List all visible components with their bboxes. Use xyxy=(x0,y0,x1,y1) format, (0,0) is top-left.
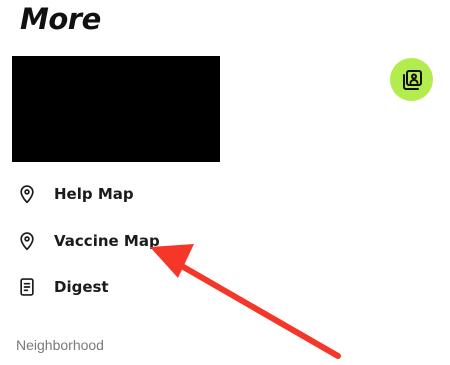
page-title: More xyxy=(20,2,101,36)
annotation-arrow-shaft xyxy=(170,258,341,359)
document-icon xyxy=(16,276,38,298)
menu-item-label: Help Map xyxy=(54,185,134,203)
map-pin-icon xyxy=(16,183,38,205)
section-header-neighborhood: Neighborhood xyxy=(16,337,104,353)
contact-card-icon xyxy=(402,69,422,90)
menu-item-digest[interactable]: Digest xyxy=(16,273,109,301)
map-pin-icon xyxy=(16,230,38,252)
contact-card-button[interactable] xyxy=(390,58,433,101)
menu-item-label: Vaccine Map xyxy=(54,232,160,250)
menu-item-help-map[interactable]: Help Map xyxy=(16,180,134,208)
menu-item-label: Digest xyxy=(54,278,109,296)
menu-item-vaccine-map[interactable]: Vaccine Map xyxy=(16,227,160,255)
redacted-profile-card xyxy=(12,56,220,162)
